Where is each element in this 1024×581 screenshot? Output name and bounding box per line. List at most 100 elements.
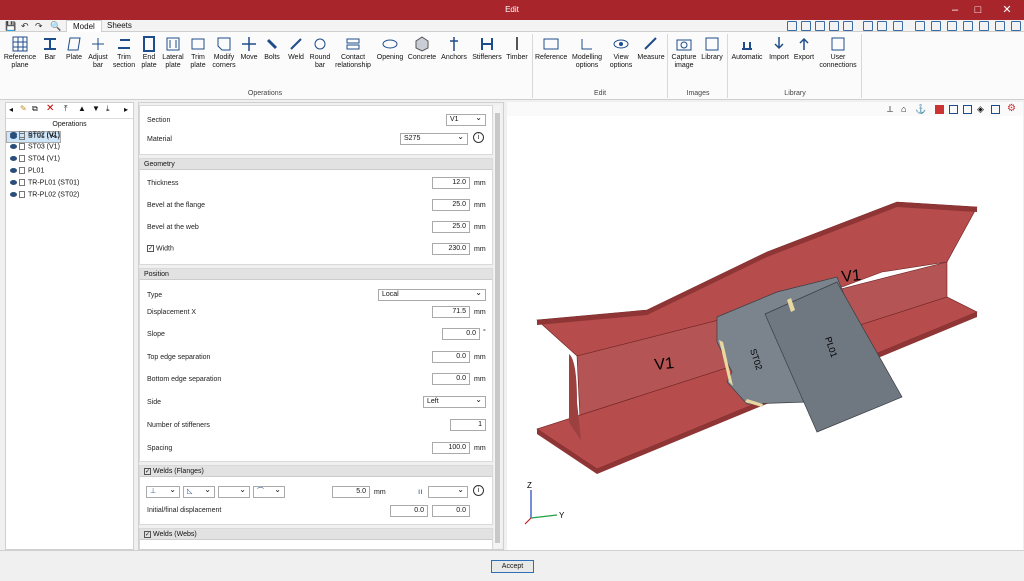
export-button[interactable]: Export — [792, 32, 816, 88]
move-top-icon[interactable]: ⤒ — [64, 104, 68, 114]
scale-icon[interactable] — [931, 21, 941, 31]
view-icon[interactable] — [801, 21, 811, 31]
trim-plate-button[interactable]: Trim plate — [187, 32, 209, 88]
collapse-icon[interactable]: ◂ — [9, 105, 13, 114]
side-select[interactable]: Left — [423, 395, 486, 408]
list-item[interactable]: ST02 (V1) — [6, 131, 133, 143]
list-item[interactable]: TR-PL02 (ST02) — [6, 191, 133, 203]
view-icon[interactable] — [787, 21, 797, 31]
move-down-icon[interactable]: ▼ — [92, 104, 100, 113]
tab-sheets[interactable]: Sheets — [101, 20, 138, 32]
comment-icon[interactable] — [995, 21, 1005, 31]
section-select[interactable]: V1 — [446, 113, 486, 126]
edit-icon[interactable]: ✎ — [20, 104, 27, 113]
thickness-field[interactable]: 12.0 — [432, 177, 470, 189]
weld-button[interactable]: Weld — [285, 32, 307, 88]
welds-webs-checkbox[interactable]: ✓ — [144, 530, 151, 538]
help-icon[interactable] — [1011, 21, 1021, 31]
bar-button[interactable]: Bar — [39, 32, 61, 88]
welds-flanges-checkbox[interactable]: ✓ — [144, 467, 151, 475]
weld-contour-select[interactable]: ⌒ — [253, 485, 285, 498]
modify-corners-button[interactable]: Modify corners — [211, 32, 237, 88]
number-field[interactable]: 1 — [450, 419, 486, 431]
delete-icon[interactable]: ✕ — [46, 103, 54, 114]
plate-button[interactable]: Plate — [63, 32, 85, 88]
view-icon[interactable] — [915, 21, 925, 31]
redo-icon[interactable]: ↷ — [35, 21, 43, 32]
weld-symbol-select[interactable]: ◺ — [183, 485, 215, 498]
top-edge-field[interactable]: 0.0 — [432, 351, 470, 363]
scrollbar-thumb[interactable] — [495, 113, 500, 543]
visibility-icon[interactable] — [10, 168, 17, 173]
user-connections-button[interactable]: User connections — [818, 32, 858, 88]
view-icon[interactable] — [947, 21, 957, 31]
bottom-edge-field[interactable]: 0.0 — [432, 373, 470, 385]
trim-section-button[interactable]: Trim section — [111, 32, 137, 88]
view-options-button[interactable]: View options — [607, 32, 635, 88]
list-item[interactable]: ST04 (V1) — [6, 155, 133, 167]
maximize-button[interactable]: □ — [967, 2, 989, 18]
zoom-icon[interactable]: 🔍 — [50, 21, 61, 32]
bolts-button[interactable]: Bolts — [261, 32, 283, 88]
view-icon[interactable] — [893, 21, 903, 31]
displacement-x-field[interactable]: 71.5 — [432, 306, 470, 318]
lateral-plate-button[interactable]: Lateral plate — [161, 32, 185, 88]
list-item[interactable]: PL01 — [6, 167, 133, 179]
visibility-icon[interactable] — [10, 144, 17, 149]
type-select[interactable]: Local — [378, 288, 486, 301]
automatic-button[interactable]: Automatic — [729, 32, 765, 88]
properties-scrollbar[interactable] — [494, 105, 501, 548]
pan-icon[interactable] — [863, 21, 873, 31]
import-button[interactable]: Import — [767, 32, 791, 88]
list-item[interactable]: ST03 (V1) — [6, 143, 133, 155]
3d-view[interactable]: ⟂ ⌂ ⚓ ◈ ⚙ V1 V1 ST02 PL01 Z Y — [507, 102, 1023, 550]
reference-button[interactable]: Reference — [535, 32, 567, 88]
info-icon[interactable]: i — [473, 132, 484, 143]
capture-image-button[interactable]: Capture image — [670, 32, 698, 88]
concrete-button[interactable]: Concrete — [406, 32, 438, 88]
slope-field[interactable]: 0.0 — [442, 328, 480, 340]
expand-icon[interactable]: ▸ — [124, 105, 128, 114]
anchors-button[interactable]: Anchors — [440, 32, 468, 88]
view-icon[interactable] — [979, 21, 989, 31]
weld-type-select[interactable]: ⊥ — [146, 485, 180, 498]
tab-model[interactable]: Model — [66, 20, 102, 32]
copy-icon[interactable]: ⧉ — [32, 104, 38, 114]
library-images-button[interactable]: Library — [700, 32, 724, 88]
move-bottom-icon[interactable]: ⤓ — [106, 104, 110, 114]
undo-icon[interactable]: ↶ — [21, 21, 29, 32]
view-icon[interactable] — [843, 21, 853, 31]
adjust-bar-button[interactable]: Adjust bar — [87, 32, 109, 88]
bevel-web-field[interactable]: 25.0 — [432, 221, 470, 233]
minimize-button[interactable]: – — [944, 2, 966, 18]
measure-button[interactable]: Measure — [637, 32, 665, 88]
view-icon[interactable] — [877, 21, 887, 31]
stiffeners-button[interactable]: Stiffeners — [470, 32, 504, 88]
info-icon[interactable]: i — [473, 485, 484, 496]
weld-size-field[interactable]: 5.0 — [332, 486, 370, 498]
bevel-flange-field[interactable]: 25.0 — [432, 199, 470, 211]
visibility-icon[interactable] — [10, 192, 17, 197]
save-icon[interactable]: 💾 — [5, 21, 16, 32]
final-field[interactable]: 0.0 — [432, 505, 470, 517]
visibility-icon[interactable] — [10, 156, 17, 161]
spacing-field[interactable]: 100.0 — [432, 442, 470, 454]
close-button[interactable]: ✕ — [992, 2, 1022, 18]
view-icon[interactable] — [963, 21, 973, 31]
view-icon[interactable] — [829, 21, 839, 31]
view-icon[interactable] — [815, 21, 825, 31]
opening-button[interactable]: Opening — [376, 32, 404, 88]
modelling-options-button[interactable]: Modelling options — [569, 32, 605, 88]
end-plate-button[interactable]: End plate — [139, 32, 159, 88]
move-button[interactable]: Move — [239, 32, 259, 88]
round-bar-button[interactable]: Round bar — [309, 32, 331, 88]
move-up-icon[interactable]: ▲ — [78, 104, 86, 113]
weld-option-select[interactable] — [218, 485, 250, 498]
accept-button[interactable]: Accept — [491, 560, 534, 573]
reference-plane-button[interactable]: Reference plane — [3, 32, 37, 88]
visibility-icon[interactable] — [10, 180, 17, 185]
width-checkbox[interactable]: ✓ — [147, 245, 154, 252]
visibility-icon[interactable] — [10, 132, 17, 137]
weld-marker-select[interactable] — [428, 485, 468, 498]
timber-button[interactable]: Timber — [505, 32, 529, 88]
